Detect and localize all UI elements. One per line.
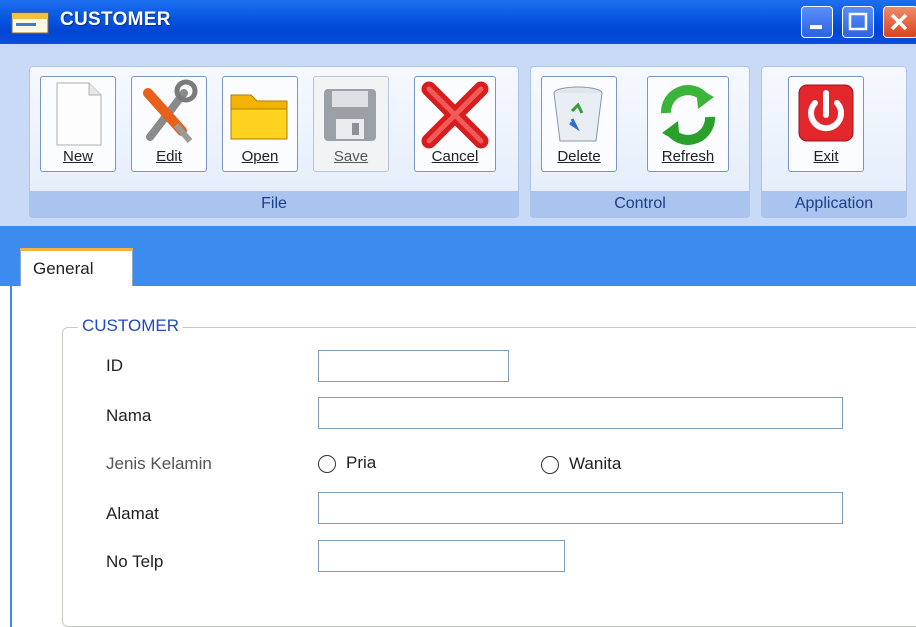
delete-label: Delete [557, 148, 601, 165]
close-icon [890, 13, 908, 31]
customer-window: CUSTOMER New Edit Open Save Cancel File … [0, 0, 916, 627]
new-label: New [62, 148, 93, 165]
ribbon-toolbar: New Edit Open Save Cancel File Delete Re… [0, 44, 916, 226]
application-group-label: Application [762, 191, 906, 217]
id-label: ID [106, 356, 123, 375]
minimize-button[interactable] [801, 6, 833, 38]
refresh-label: Refresh [661, 148, 715, 165]
red-x-icon [421, 81, 489, 149]
jenis-kelamin-label: Jenis Kelamin [106, 454, 212, 473]
edit-label: Edit [156, 148, 182, 165]
cancel-label: Cancel [431, 148, 479, 165]
no-telp-label: No Telp [106, 552, 164, 571]
open-label: Open [241, 148, 279, 165]
maximize-button[interactable] [842, 6, 874, 38]
tab-general-label: General [33, 259, 94, 278]
recycle-bin-icon [553, 86, 603, 142]
nama-input[interactable] [318, 397, 843, 429]
maximize-icon [848, 12, 868, 31]
close-button[interactable] [883, 6, 916, 38]
wanita-label[interactable]: Wanita [569, 454, 621, 474]
tab-general[interactable]: General [20, 248, 133, 288]
exit-button[interactable]: Exit [788, 76, 864, 172]
alamat-label: Alamat [106, 504, 159, 523]
groupbox-legend: CUSTOMER [78, 316, 183, 336]
id-input[interactable] [318, 350, 509, 382]
edit-button[interactable]: Edit [131, 76, 207, 172]
general-tab-panel: CUSTOMER ID Nama Jenis Kelamin Pria Wani… [10, 286, 916, 627]
window-icon [10, 10, 50, 36]
nama-label: Nama [106, 406, 152, 425]
new-button[interactable]: New [40, 76, 116, 172]
ribbon-group-application: Exit Application [761, 66, 907, 218]
edit-tools-icon [143, 79, 198, 143]
save-button[interactable]: Save [313, 76, 389, 172]
pria-radio[interactable] [318, 455, 336, 473]
alamat-input[interactable] [318, 492, 843, 524]
cancel-button[interactable]: Cancel [414, 76, 496, 172]
power-icon [798, 84, 854, 142]
ribbon-group-file: New Edit Open Save Cancel File [29, 66, 519, 218]
new-document-icon [56, 82, 102, 146]
folder-icon [230, 94, 288, 140]
minimize-icon [810, 25, 822, 29]
title-bar[interactable]: CUSTOMER [0, 0, 916, 44]
tab-strip: General [0, 226, 916, 288]
wanita-radio[interactable] [541, 456, 559, 474]
control-group-label: Control [531, 191, 749, 217]
save-label: Save [333, 148, 369, 165]
no-telp-input[interactable] [318, 540, 565, 572]
floppy-disk-icon [324, 89, 376, 141]
ribbon-group-control: Delete Refresh Control [530, 66, 750, 218]
exit-label: Exit [813, 148, 839, 165]
delete-button[interactable]: Delete [541, 76, 617, 172]
refresh-button[interactable]: Refresh [647, 76, 729, 172]
open-button[interactable]: Open [222, 76, 298, 172]
refresh-arrows-icon [661, 85, 715, 145]
window-title: CUSTOMER [60, 9, 171, 30]
file-group-label: File [30, 191, 518, 217]
pria-label[interactable]: Pria [346, 453, 376, 473]
